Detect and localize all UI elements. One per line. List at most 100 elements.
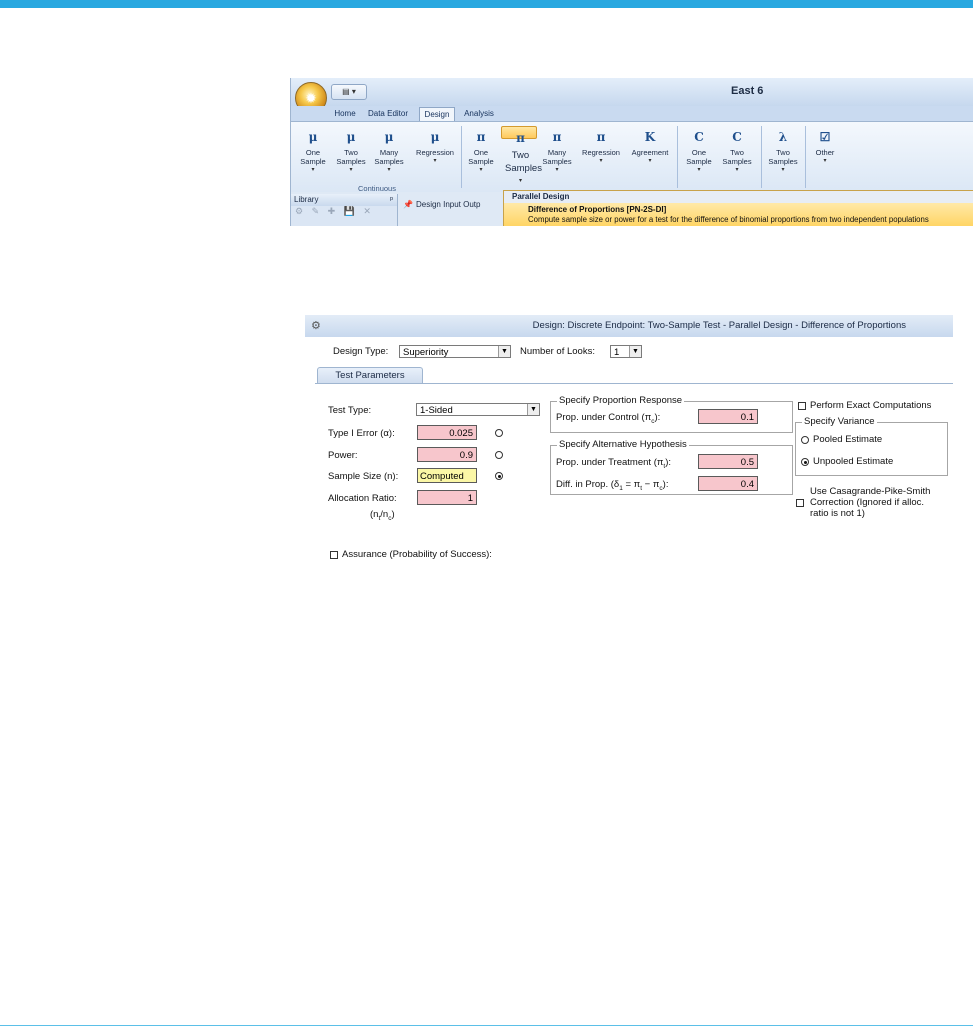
tab-home[interactable]: Home — [331, 107, 359, 121]
ribbon-panel: μ One Sample ▾ μ Two Samples ▾ μ Many Samp… — [291, 121, 973, 193]
group-separator — [677, 126, 678, 188]
design-type-label: Design Type: — [333, 346, 389, 357]
discrete-one-sample-button[interactable]: π One Sample ▾ — [463, 126, 499, 182]
diff-in-prop-label: Diff. in Prop. (δ1 = πt − πc): — [556, 479, 669, 492]
kappa-icon: K — [644, 130, 656, 144]
allocation-ratio-label: Allocation Ratio: — [328, 493, 397, 504]
dialog-title: Design: Discrete Endpoint: Two-Sample Te… — [532, 320, 906, 331]
menu-item-title: Difference of Proportions [PN-2S-DI] — [528, 205, 667, 214]
pi-icon: π — [516, 131, 525, 145]
unpooled-estimate-label: Unpooled Estimate — [813, 456, 894, 467]
count-icon: C — [694, 130, 704, 144]
design-type-select[interactable]: Superiority ▼ — [399, 345, 511, 358]
chevron-down-icon: ▼ — [629, 346, 641, 357]
number-of-looks-label: Number of Looks: — [520, 346, 595, 357]
button-label: Regression — [416, 148, 454, 157]
casagrande-label-line3: ratio is not 1) — [810, 508, 865, 519]
tab-design[interactable]: Design — [419, 107, 455, 122]
test-type-value: 1-Sided — [420, 405, 453, 416]
unpooled-estimate-radio[interactable] — [801, 458, 809, 466]
alternative-hypothesis-legend: Specify Alternative Hypothesis — [557, 439, 689, 450]
group-separator — [761, 126, 762, 188]
button-label: Many Samples — [542, 148, 572, 166]
continuous-many-samples-button[interactable]: μ Many Samples ▾ — [371, 126, 407, 182]
prop-control-label-text: Prop. under Control (π — [556, 412, 652, 423]
type1-error-input[interactable]: 0.025 — [417, 425, 477, 440]
mu-icon: μ — [346, 130, 356, 144]
type1-error-label: Type I Error (α): — [328, 428, 395, 439]
button-label: Two Samples — [768, 148, 798, 166]
discrete-two-samples-button[interactable]: π Two Samples ▾ — [501, 126, 542, 184]
tab-analysis[interactable]: Analysis — [461, 107, 497, 121]
sample-size-input[interactable]: Computed — [417, 468, 477, 483]
gear-icon: ⚙ — [311, 320, 321, 332]
casagrande-checkbox[interactable] — [796, 499, 804, 507]
pi-icon: π — [552, 130, 562, 144]
mu-regression-icon: μ — [430, 130, 440, 144]
design-input-output-tab[interactable]: 📌 Design Input Outp — [403, 198, 503, 212]
button-label: One Sample — [300, 148, 326, 166]
diff-in-prop-input[interactable]: 0.4 — [698, 476, 758, 491]
button-label: Agreement — [631, 148, 669, 157]
menu-item-difference-of-proportions[interactable]: Difference of Proportions [PN-2S-DI] Com… — [504, 203, 973, 226]
continuous-one-sample-button[interactable]: μ One Sample ▾ — [295, 126, 331, 182]
chevron-down-icon: ▼ — [527, 404, 539, 415]
design-dialog-screenshot: ⚙ Design: Discrete Endpoint: Two-Sample … — [305, 315, 953, 564]
exact-computations-checkbox[interactable] — [798, 402, 806, 410]
menu-header: Parallel Design — [504, 191, 973, 203]
continuous-two-samples-button[interactable]: μ Two Samples ▾ — [333, 126, 369, 182]
sample-size-radio[interactable] — [495, 472, 503, 480]
survival-two-samples-button[interactable]: λ Two Samples ▾ — [765, 126, 801, 182]
specify-variance-legend: Specify Variance — [802, 416, 877, 427]
test-type-select[interactable]: 1-Sided ▼ — [416, 403, 540, 416]
power-radio[interactable] — [495, 451, 503, 459]
discrete-regression-button[interactable]: π Regression ▾ — [579, 126, 623, 182]
assurance-label: Assurance (Probability of Success): — [342, 549, 492, 560]
sample-size-label: Sample Size (n): — [328, 471, 399, 482]
top-accent-bar — [0, 0, 973, 8]
title-bar: ✹ ▤ ▾ East 6 — [291, 78, 973, 114]
prop-treatment-input[interactable]: 0.5 — [698, 454, 758, 469]
test-type-label: Test Type: — [328, 405, 372, 416]
group-separator — [805, 126, 806, 188]
count-one-sample-button[interactable]: C One Sample ▾ — [681, 126, 717, 182]
chevron-down-icon: ▼ — [498, 346, 510, 357]
other-icon: ☑ — [819, 130, 831, 144]
button-label: Two Samples — [505, 150, 542, 174]
ribbon-screenshot: ✹ ▤ ▾ East 6 Home Data Editor Design Ana… — [290, 78, 973, 226]
ribbon-tabs: Home Data Editor Design Analysis — [291, 106, 973, 122]
power-input[interactable]: 0.9 — [417, 447, 477, 462]
app-title: East 6 — [731, 85, 764, 97]
button-label: One Sample — [686, 148, 712, 166]
bottom-rule — [0, 1025, 973, 1026]
quick-access-toolbar[interactable]: ▤ ▾ — [331, 84, 367, 100]
discrete-many-samples-button[interactable]: π Many Samples ▾ — [539, 126, 575, 182]
button-label: Two Samples — [336, 148, 366, 166]
specify-variance-group: Specify Variance — [795, 416, 948, 476]
assurance-checkbox[interactable] — [330, 551, 338, 559]
proportion-response-legend: Specify Proportion Response — [557, 395, 685, 406]
button-label: Two Samples — [722, 148, 752, 166]
library-title: Library — [294, 195, 319, 204]
button-label: Other — [815, 148, 835, 157]
group-separator — [461, 126, 462, 188]
discrete-agreement-button[interactable]: K Agreement ▾ — [627, 126, 673, 182]
diff-in-prop-label-text: Diff. in Prop. (δ — [556, 479, 620, 490]
tab-data-editor[interactable]: Data Editor — [365, 107, 411, 121]
prop-control-input[interactable]: 0.1 — [698, 409, 758, 424]
allocation-ratio-input[interactable]: 1 — [417, 490, 477, 505]
button-label: Many Samples — [374, 148, 404, 166]
type1-error-radio[interactable] — [495, 429, 503, 437]
power-label: Power: — [328, 450, 358, 461]
pooled-estimate-radio[interactable] — [801, 436, 809, 444]
pin-icon: 📌 — [403, 200, 413, 209]
number-of-looks-select[interactable]: 1 ▼ — [610, 345, 642, 358]
library-panel: Library ᵖ ⚙ ✎ ✚ 💾 ✕ — [291, 194, 398, 226]
count-icon: C — [732, 130, 742, 144]
count-two-samples-button[interactable]: C Two Samples ▾ — [719, 126, 755, 182]
pin-icon[interactable]: ᵖ — [390, 194, 393, 206]
other-button[interactable]: ☑ Other ▾ — [807, 126, 843, 182]
continuous-regression-button[interactable]: μ Regression ▾ — [413, 126, 457, 182]
casagrande-label-line1: Use Casagrande-Pike-Smith — [810, 486, 931, 497]
tab-test-parameters[interactable]: Test Parameters — [317, 367, 423, 384]
